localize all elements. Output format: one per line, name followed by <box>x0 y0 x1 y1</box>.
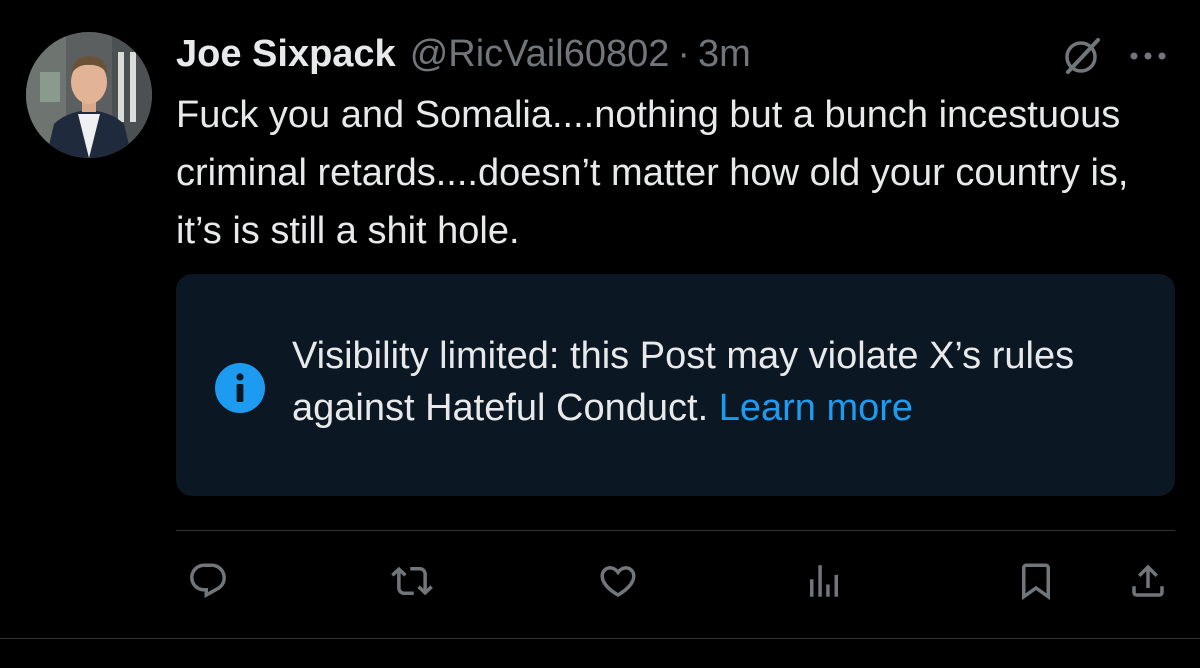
display-name[interactable]: Joe Sixpack <box>176 30 396 78</box>
repost-button[interactable] <box>388 558 436 604</box>
info-icon <box>214 362 266 414</box>
share-button[interactable] <box>1124 558 1172 604</box>
profile-photo <box>26 32 152 158</box>
views-icon <box>810 565 838 597</box>
bookmark-icon <box>1022 563 1050 601</box>
notice-text: Visibility limited: this Post may violat… <box>292 330 1152 434</box>
post-time[interactable]: 3m <box>698 30 751 78</box>
more-icon[interactable] <box>1124 36 1172 76</box>
post-header: Joe Sixpack @RicVail60802 · 3m <box>176 30 751 78</box>
notice-message: Visibility limited: this Post may violat… <box>292 335 1075 429</box>
post-text: Fuck you and Somalia....nothing but a bu… <box>176 94 1129 252</box>
user-handle[interactable]: @RicVail60802 <box>410 30 670 78</box>
visibility-notice: Visibility limited: this Post may violat… <box>176 274 1175 496</box>
share-icon <box>1132 564 1164 597</box>
grok-icon[interactable] <box>1060 34 1104 78</box>
reply-icon <box>190 563 226 598</box>
like-icon <box>600 566 636 598</box>
learn-more-link[interactable]: Learn more <box>719 387 913 429</box>
repost-icon <box>391 566 433 596</box>
bookmark-button[interactable] <box>1012 558 1060 604</box>
avatar[interactable] <box>26 32 152 158</box>
bottom-divider <box>0 638 1200 639</box>
views-button[interactable] <box>800 558 848 604</box>
like-button[interactable] <box>594 558 642 604</box>
separator-dot: · <box>677 33 691 75</box>
divider <box>176 530 1175 531</box>
reply-button[interactable] <box>184 558 232 604</box>
